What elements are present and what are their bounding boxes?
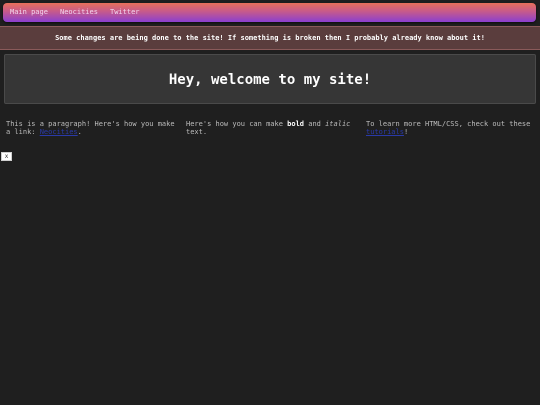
italic-text: italic [325,120,351,128]
nav-link-main-page[interactable]: Main page [10,8,48,17]
top-navbar: Main page Neocities Twitter [3,3,536,22]
paragraph-text-middle: and [304,120,326,128]
paragraph-links: This is a paragraph! Here's how you make… [6,120,176,136]
paragraph-text: This is a paragraph! Here's how you make… [6,120,175,136]
neocities-link[interactable]: Neocities [40,128,78,136]
paragraph-formatting: Here's how you can make bold and italic … [186,120,356,136]
notice-text: Some changes are being done to the site!… [55,34,485,42]
bold-text: bold [287,120,305,128]
nav-link-neocities[interactable]: Neocities [60,8,98,17]
paragraph-text-end: ! [403,128,409,136]
paragraph-text: To learn more HTML/CSS, check out these [366,120,531,128]
paragraph-tutorials: To learn more HTML/CSS, check out these … [366,120,536,136]
paragraph-text-end: text. [186,128,208,136]
paragraph-text: Here's how you can make [186,120,288,128]
page-title: Hey, welcome to my site! [168,72,372,88]
site-notice-banner: Some changes are being done to the site!… [0,26,540,50]
tutorials-link[interactable]: tutorials [366,128,404,136]
welcome-header: Hey, welcome to my site! [4,54,536,104]
small-button[interactable]: x [1,152,12,161]
paragraph-text-end: . [77,128,82,136]
nav-link-twitter[interactable]: Twitter [110,8,140,17]
